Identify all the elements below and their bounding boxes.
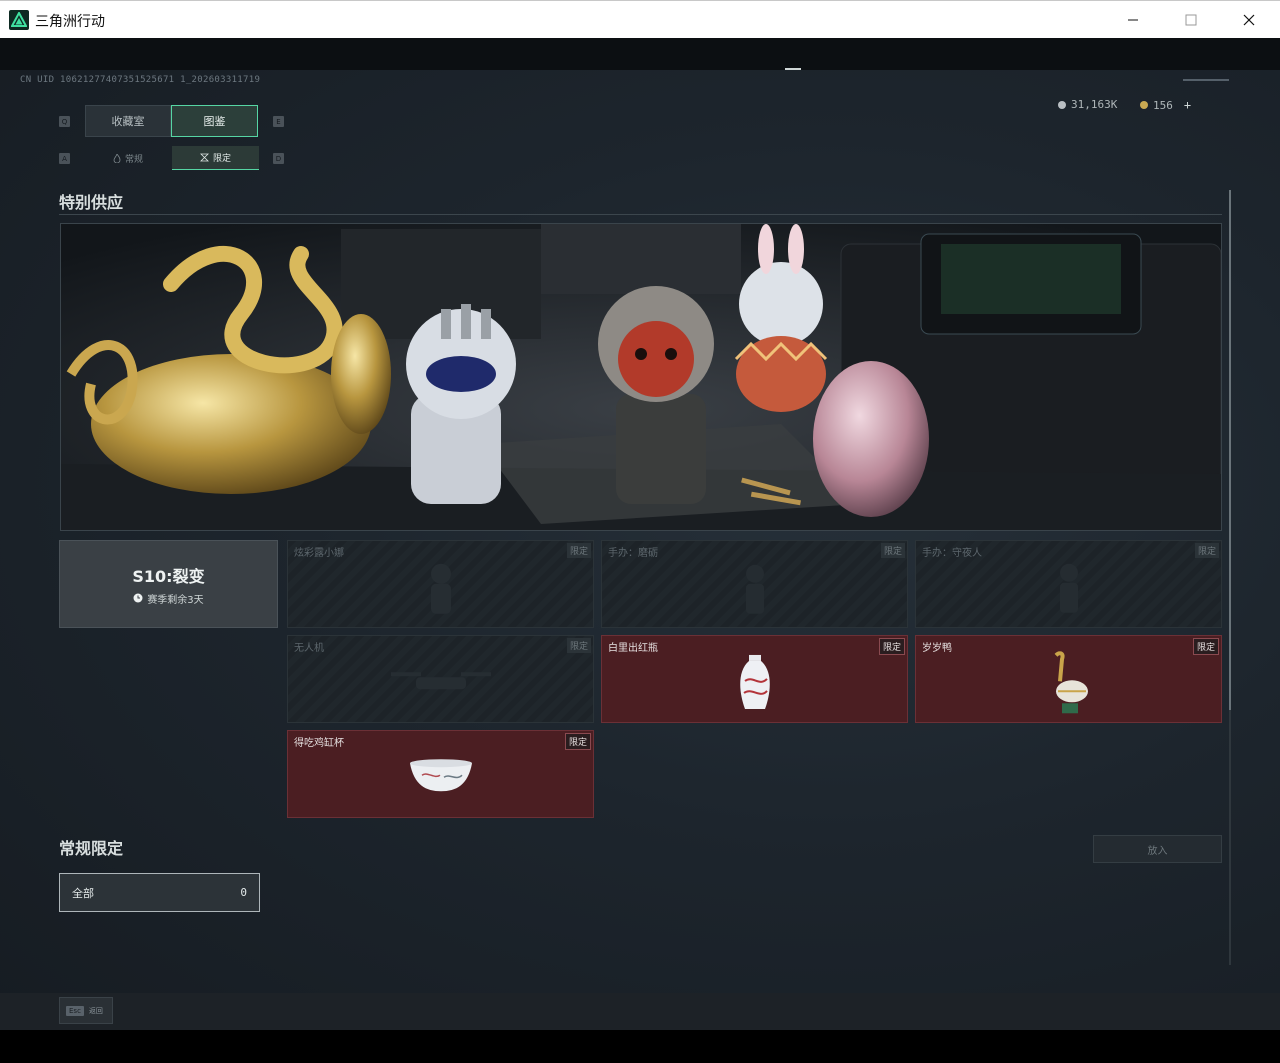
silver-currency: 31,163K <box>1058 98 1117 111</box>
tab-collection-room[interactable]: 收藏室 <box>85 105 171 137</box>
item-card[interactable]: 手办：守夜人 限定 <box>915 540 1222 628</box>
drone-silhouette-icon <box>390 672 491 690</box>
item-name: 无人机 <box>294 643 324 654</box>
regular-limited-title: 常规限定 <box>59 839 124 858</box>
item-card[interactable]: 炫彩露小娜 限定 <box>287 540 594 628</box>
minimize-icon[interactable] <box>1104 1 1162 39</box>
season-title: S10:裂变 <box>132 566 205 586</box>
esc-key-hint: Esc <box>66 1005 84 1016</box>
gold-amount: 156 <box>1153 98 1173 112</box>
gold-coin-icon <box>1140 101 1148 109</box>
limited-badge: 限定 <box>564 733 591 750</box>
back-label: 返回 <box>88 1006 103 1015</box>
cup-icon <box>409 759 472 792</box>
item-name: 手办：磨砺 <box>608 548 658 559</box>
limited-badge: 限定 <box>1192 638 1219 655</box>
item-name: 得吃鸡缸杯 <box>294 738 344 749</box>
silver-amount: 31,163K <box>1071 98 1118 111</box>
hourglass-icon <box>200 153 209 162</box>
game-viewport: CN UID 10621277407351525671 1_2026033117… <box>0 38 1280 1030</box>
tab-catalog[interactable]: 图鉴 <box>171 105 258 137</box>
figure-silhouette-icon <box>745 564 764 614</box>
item-name: 岁岁鸭 <box>922 643 952 654</box>
put-in-button[interactable]: 放入 <box>1093 835 1222 863</box>
season-remaining-text: 赛季剩余3天 <box>147 594 204 606</box>
item-card[interactable]: 白里出红瓶 限定 <box>601 635 908 723</box>
silver-coin-icon <box>1058 100 1066 109</box>
item-name: 炫彩露小娜 <box>294 548 344 559</box>
key-hint-d: D <box>273 153 284 164</box>
bottom-bar <box>0 993 1280 1030</box>
section-divider <box>59 214 1222 215</box>
vase-icon <box>739 654 770 709</box>
season-card[interactable]: S10:裂变 赛季剩余3天 <box>59 540 278 628</box>
clock-icon <box>133 593 143 603</box>
maximize-icon[interactable] <box>1162 1 1220 39</box>
letterbox-bottom <box>0 1030 1280 1063</box>
window-title: 三角洲行动 <box>35 14 105 30</box>
subtab-normal[interactable]: 常规 <box>85 146 171 170</box>
subtab-normal-label: 常规 <box>124 154 143 165</box>
add-currency-icon[interactable]: + <box>1184 98 1191 112</box>
top-right-divider <box>1183 79 1229 81</box>
top-indicator <box>785 68 801 70</box>
item-name: 白里出红瓶 <box>608 643 658 654</box>
limited-badge: 限定 <box>1194 543 1219 558</box>
item-card[interactable]: 得吃鸡缸杯 限定 <box>287 730 594 818</box>
item-name: 手办：守夜人 <box>922 548 982 559</box>
special-supply-title: 特别供应 <box>59 193 124 212</box>
key-hint-q: Q <box>59 116 70 127</box>
season-remaining: 赛季剩余3天 <box>133 591 204 606</box>
flame-icon <box>113 153 121 163</box>
scrollbar-thumb[interactable] <box>1229 190 1231 710</box>
key-hint-e: E <box>273 116 284 127</box>
limited-badge: 限定 <box>878 638 905 655</box>
back-button[interactable]: Esc 返回 <box>59 997 113 1024</box>
app-logo-icon <box>9 10 29 30</box>
filter-all-label: 全部 <box>72 886 94 900</box>
player-uid: CN UID 10621277407351525671 1_2026033117… <box>20 75 261 85</box>
window-title-bar: 三角洲行动 <box>0 0 1280 38</box>
subtab-limited[interactable]: 限定 <box>172 146 259 170</box>
key-hint-a: A <box>59 153 70 164</box>
limited-badge: 限定 <box>880 543 905 558</box>
banner-artwork <box>61 224 1221 530</box>
subtab-limited-label: 限定 <box>212 154 231 164</box>
limited-badge: 限定 <box>566 543 591 558</box>
figure-silhouette-icon <box>430 563 451 614</box>
filter-all-button[interactable]: 全部 0 <box>59 873 260 912</box>
top-strip <box>0 38 1280 70</box>
item-card[interactable]: 岁岁鸭 限定 <box>915 635 1222 723</box>
close-icon[interactable] <box>1220 1 1278 39</box>
special-supply-banner[interactable] <box>60 223 1222 531</box>
duck-statue-icon <box>1054 651 1088 714</box>
filter-all-count: 0 <box>240 886 247 899</box>
gold-currency[interactable]: 156 + <box>1140 98 1191 112</box>
limited-badge: 限定 <box>566 638 591 653</box>
item-card[interactable]: 无人机 限定 <box>287 635 594 723</box>
item-card[interactable]: 手办：磨砺 限定 <box>601 540 908 628</box>
figure-silhouette-icon <box>1059 563 1078 613</box>
